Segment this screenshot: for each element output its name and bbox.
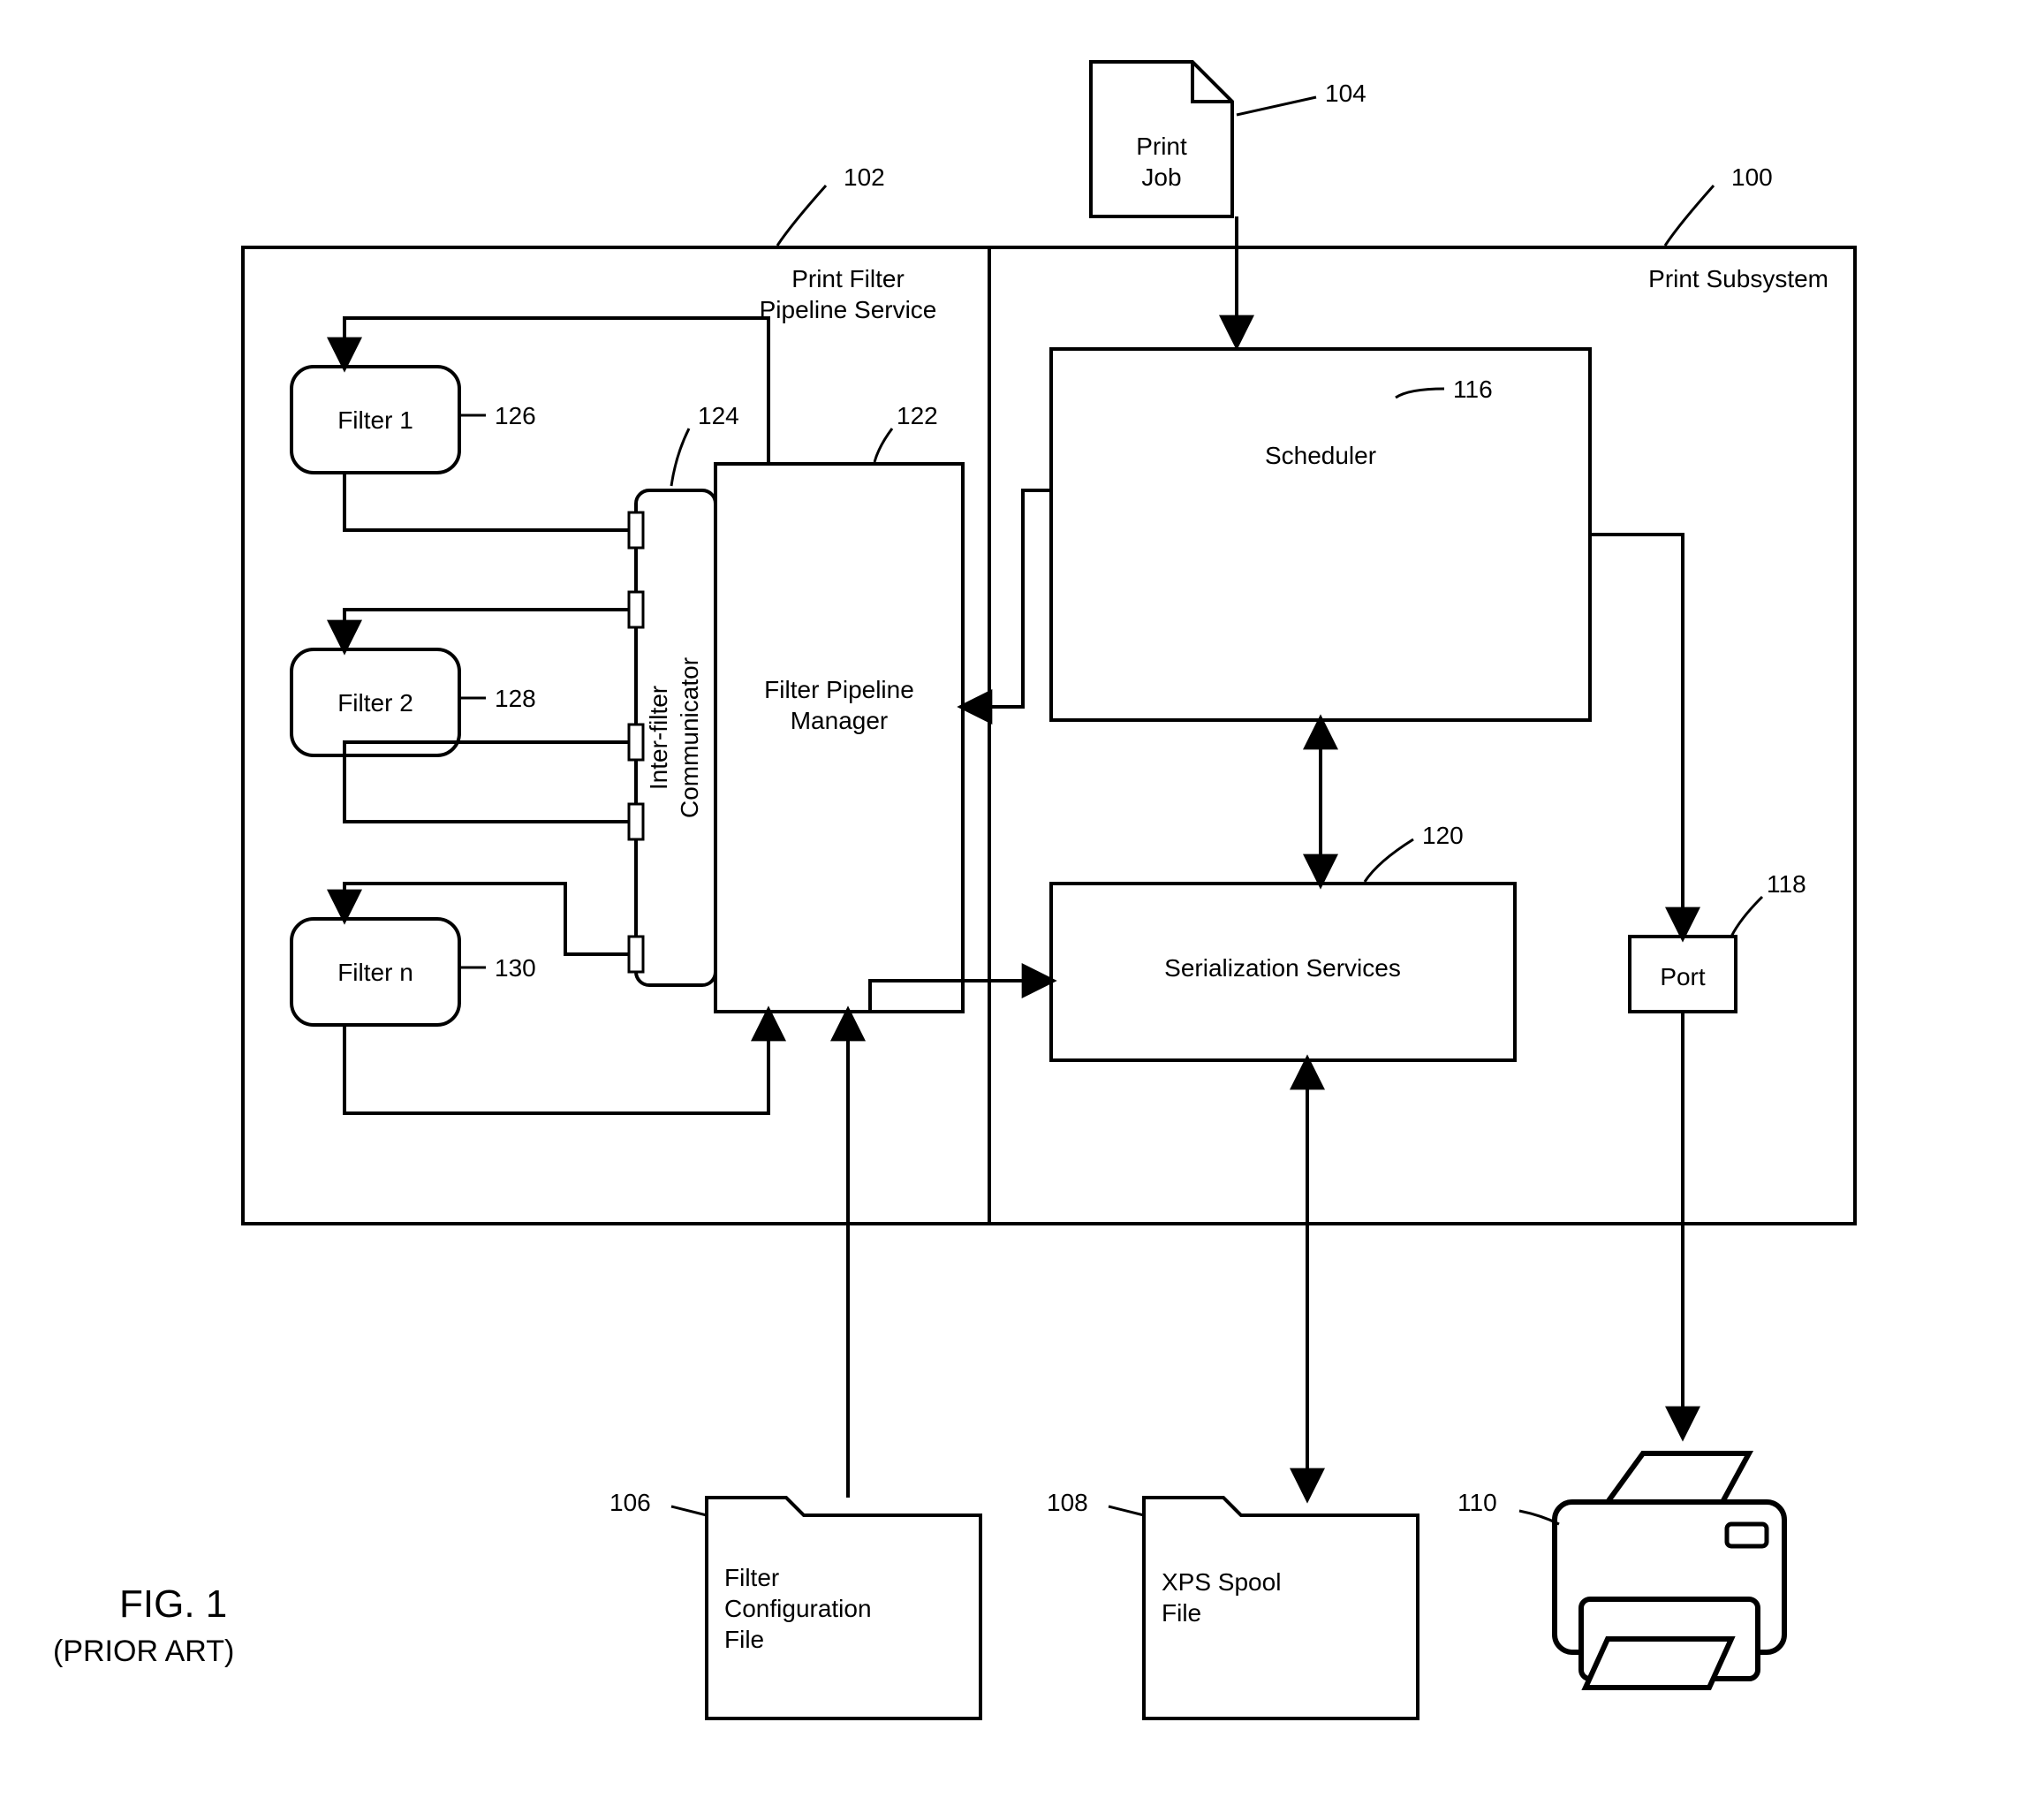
- xps-spool-folder: XPS Spool File: [1144, 1498, 1418, 1718]
- pipeline-service-label-l2: Pipeline Service: [760, 296, 937, 323]
- filter-config-l2: Configuration: [724, 1595, 872, 1622]
- print-subsystem-label: Print Subsystem: [1648, 265, 1828, 292]
- ref-leader-108: [1109, 1506, 1144, 1515]
- scheduler-box: [1051, 349, 1590, 720]
- ref-124: 124: [698, 402, 739, 429]
- ref-106: 106: [609, 1489, 651, 1516]
- ref-leader-102: [777, 186, 826, 246]
- print-job-l1: Print: [1136, 133, 1187, 160]
- fpm-label-l1: Filter Pipeline: [764, 676, 914, 703]
- conn-filter1-out: [344, 473, 629, 530]
- print-subsystem-box: [243, 247, 1855, 1224]
- conn-filter2-out-b: [344, 755, 629, 822]
- ref-leader-104: [1237, 97, 1316, 115]
- ref-leader-118: [1731, 897, 1762, 937]
- conn-comm-filter2: [344, 610, 629, 649]
- ifc-label-l1: Inter-filter: [645, 686, 672, 790]
- ref-108: 108: [1047, 1489, 1088, 1516]
- ref-118: 118: [1767, 870, 1806, 898]
- conn-filtern-fpm: [344, 1012, 768, 1113]
- figure-title: FIG. 1: [119, 1582, 227, 1626]
- ref-leader-124: [671, 429, 689, 486]
- ref-102: 102: [844, 163, 885, 191]
- figure-subtitle: (PRIOR ART): [53, 1635, 234, 1668]
- ref-leader-106: [671, 1506, 707, 1515]
- print-job-l2: Job: [1141, 163, 1181, 191]
- scheduler-label: Scheduler: [1265, 442, 1376, 469]
- serialization-label: Serialization Services: [1164, 954, 1401, 982]
- ref-128: 128: [495, 685, 536, 712]
- ref-104: 104: [1325, 80, 1366, 107]
- ref-130: 130: [495, 954, 536, 982]
- arrow-scheduler-port: [1590, 535, 1683, 937]
- arrow-scheduler-fpm: [963, 490, 1051, 707]
- ref-leader-120: [1365, 839, 1413, 882]
- ifc-label-l2: Communicator: [676, 657, 703, 818]
- ref-126: 126: [495, 402, 536, 429]
- ref-100: 100: [1731, 163, 1773, 191]
- filter1-label: Filter 1: [337, 406, 413, 434]
- pipeline-service-label-l1: Print Filter: [791, 265, 905, 292]
- ref-leader-100: [1665, 186, 1714, 246]
- filter-config-l1: Filter: [724, 1564, 779, 1591]
- filter-config-folder: Filter Configuration File: [707, 1498, 980, 1718]
- ref-leader-122: [874, 429, 892, 462]
- filtern-label: Filter n: [337, 959, 413, 986]
- print-job-doc: Print Job: [1091, 62, 1232, 216]
- ref-120: 120: [1422, 822, 1464, 849]
- ref-110: 110: [1457, 1489, 1497, 1516]
- xps-spool-l1: XPS Spool: [1162, 1568, 1281, 1596]
- ref-116: 116: [1453, 376, 1493, 403]
- diagram-canvas: Print Subsystem 100 Print Filter Pipelin…: [0, 0, 2044, 1798]
- ref-122: 122: [897, 402, 938, 429]
- filter-pipeline-manager-box: [715, 464, 963, 1012]
- filter-config-l3: File: [724, 1626, 764, 1653]
- filter2-label: Filter 2: [337, 689, 413, 717]
- printer-icon: [1555, 1453, 1784, 1688]
- fpm-label-l2: Manager: [791, 707, 889, 734]
- xps-spool-l2: File: [1162, 1599, 1201, 1627]
- port-label: Port: [1660, 963, 1706, 990]
